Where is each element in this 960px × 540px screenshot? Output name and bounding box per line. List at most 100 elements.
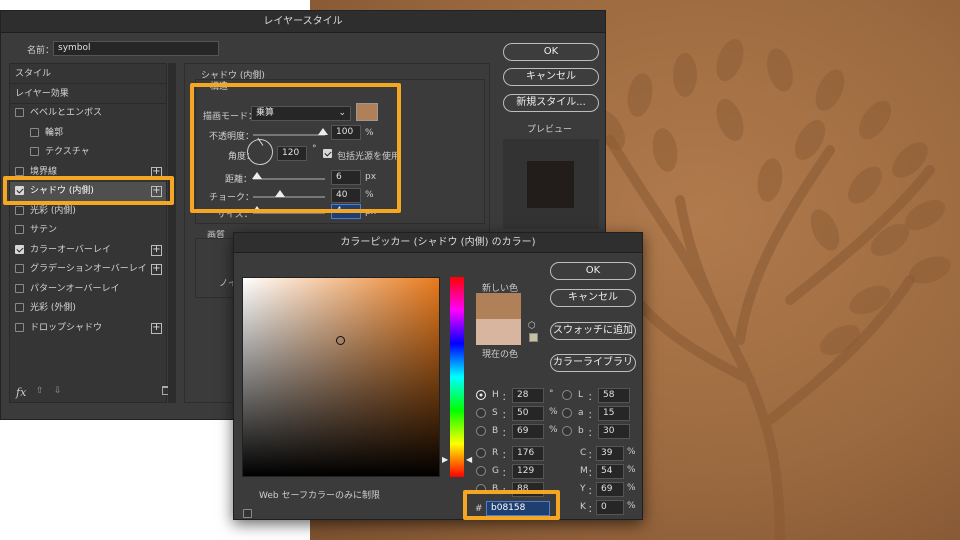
effects-header[interactable]: レイヤー効果 [10, 84, 166, 104]
effect-item[interactable]: カラーオーバーレイ + [10, 241, 166, 261]
add-effect-icon[interactable]: + [151, 166, 162, 178]
size-field[interactable]: 4 [331, 204, 361, 219]
hsb-rgb-radio[interactable] [476, 390, 486, 400]
effect-checkbox[interactable] [15, 205, 24, 215]
hsb-rgb-field[interactable]: 50 [512, 406, 544, 421]
distance-field[interactable]: 6 [331, 170, 361, 185]
saturation-brightness-field[interactable] [242, 277, 440, 477]
effect-checkbox[interactable] [15, 264, 24, 273]
hsb-rgb-field[interactable]: 28 [512, 388, 544, 403]
styles-header[interactable]: スタイル [10, 64, 166, 84]
choke-field[interactable]: 40 [331, 188, 361, 203]
lab-field[interactable]: 15 [598, 406, 630, 421]
hsb-rgb-field[interactable]: 88 [512, 482, 544, 497]
effect-item[interactable]: パターンオーバーレイ [10, 280, 166, 300]
color-picker-dialog: カラーピッカー (シャドウ (内側) のカラー) ▶ ◀ 新しい色 現在の色 ⬡… [233, 232, 643, 520]
size-slider-thumb[interactable] [252, 206, 262, 213]
effect-checkbox[interactable] [15, 244, 24, 254]
new-style-button[interactable]: 新規スタイル... [503, 94, 599, 112]
cancel-button[interactable]: キャンセル [503, 68, 599, 86]
cmyk-field[interactable]: 0 [596, 500, 624, 515]
current-color-swatch[interactable] [476, 319, 521, 345]
effect-checkbox[interactable] [15, 225, 24, 234]
effect-checkbox[interactable] [15, 283, 24, 293]
effect-item[interactable]: シャドウ (内側) + [10, 182, 166, 202]
angle-field[interactable]: 120 [277, 146, 307, 161]
effect-checkbox[interactable] [15, 108, 24, 117]
add-effect-icon[interactable]: + [151, 322, 162, 334]
cmyk-field[interactable]: 69 [596, 482, 624, 497]
angle-dial[interactable] [247, 137, 273, 165]
distance-slider[interactable] [253, 178, 325, 180]
ok-button[interactable]: OK [503, 43, 599, 61]
angle-needle [257, 137, 264, 146]
cmyk-field[interactable]: 39 [596, 446, 624, 461]
picker-cancel-button[interactable]: キャンセル [550, 289, 636, 307]
effect-checkbox[interactable] [15, 322, 24, 332]
effect-item[interactable]: 光彩 (内側) [10, 202, 166, 222]
hsb-rgb-field[interactable]: 176 [512, 446, 544, 461]
effect-item[interactable]: 境界線 + [10, 163, 166, 183]
list-scrollbar[interactable] [168, 63, 176, 403]
lab-radio[interactable] [562, 426, 572, 436]
color-libraries-button[interactable]: カラーライブラリ [550, 354, 636, 372]
hex-field[interactable]: b08158 [486, 501, 550, 516]
size-slider[interactable] [253, 212, 325, 214]
effect-item[interactable]: サテン [10, 221, 166, 241]
global-light-checkbox[interactable] [323, 149, 332, 158]
effect-item[interactable]: テクスチャ [10, 143, 166, 163]
opacity-slider[interactable] [253, 134, 325, 136]
picker-ok-button[interactable]: OK [550, 262, 636, 280]
blend-mode-label: 描画モード： [203, 112, 258, 122]
blend-mode-select[interactable]: 乗算 ⌄ [251, 106, 351, 121]
effect-checkbox[interactable] [15, 303, 24, 312]
effect-checkbox[interactable] [30, 127, 39, 137]
web-safe-swatch[interactable] [529, 333, 538, 342]
choke-slider-thumb[interactable] [275, 190, 285, 197]
lab-radio[interactable] [562, 390, 572, 400]
hue-arrow-right-icon[interactable]: ◀ [466, 455, 472, 464]
choke-slider[interactable] [253, 196, 325, 198]
hsb-rgb-field[interactable]: 69 [512, 424, 544, 439]
distance-slider-thumb[interactable] [252, 172, 262, 179]
cube-icon[interactable]: ⬡ [528, 321, 536, 331]
shadow-color-swatch[interactable] [356, 103, 378, 121]
add-effect-icon[interactable]: + [151, 244, 162, 256]
cmyk-key: Y [580, 484, 586, 494]
effect-item[interactable]: グラデーションオーバーレイ + [10, 260, 166, 280]
opacity-field[interactable]: 100 [331, 125, 361, 140]
lab-field[interactable]: 58 [598, 388, 630, 403]
name-field[interactable]: symbol [53, 41, 219, 56]
effect-checkbox[interactable] [15, 166, 24, 176]
lab-field[interactable]: 30 [598, 424, 630, 439]
move-up-icon[interactable]: ⇧ [36, 386, 44, 396]
fx-button[interactable]: fx [16, 386, 26, 399]
effect-item[interactable]: ベベルとエンボス [10, 104, 166, 124]
distance-label: 距離： [225, 175, 253, 185]
effect-label: 輪郭 [45, 127, 64, 138]
add-to-swatches-button[interactable]: スウォッチに追加 [550, 322, 636, 340]
effect-checkbox[interactable] [30, 147, 39, 156]
effect-item[interactable]: 輪郭 [10, 124, 166, 144]
hue-slider[interactable] [450, 277, 464, 477]
add-effect-icon[interactable]: + [151, 264, 162, 275]
color-field-cursor[interactable] [336, 336, 345, 345]
hsb-rgb-radio[interactable] [476, 426, 486, 436]
choke-label: チョーク： [209, 193, 255, 203]
effect-item[interactable]: ドロップシャドウ + [10, 319, 166, 339]
move-down-icon[interactable]: ⇩ [54, 386, 62, 396]
effect-checkbox[interactable] [15, 186, 24, 195]
hsb-rgb-radio[interactable] [476, 466, 486, 476]
hue-arrow-left-icon[interactable]: ▶ [442, 455, 448, 464]
effect-item[interactable]: 光彩 (外側) [10, 299, 166, 319]
hsb-rgb-key: G [492, 466, 499, 476]
hsb-rgb-field[interactable]: 129 [512, 464, 544, 479]
hsb-rgb-radio[interactable] [476, 484, 486, 494]
lab-radio[interactable] [562, 408, 572, 418]
hsb-rgb-radio[interactable] [476, 448, 486, 458]
hsb-rgb-radio[interactable] [476, 408, 486, 418]
add-effect-icon[interactable]: + [151, 186, 162, 197]
web-safe-checkbox[interactable] [243, 509, 252, 518]
cmyk-field[interactable]: 54 [596, 464, 624, 479]
opacity-slider-thumb[interactable] [318, 128, 328, 135]
